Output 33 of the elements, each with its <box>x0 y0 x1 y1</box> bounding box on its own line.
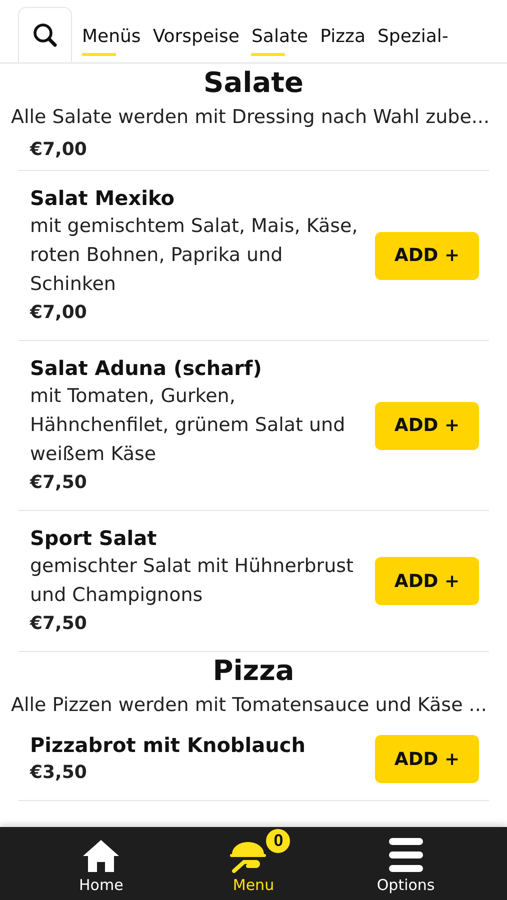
add-button[interactable]: ADD + <box>375 402 479 450</box>
cart-count-badge: 0 <box>266 829 290 853</box>
add-button[interactable]: ADD + <box>375 735 479 783</box>
section-description: Alle Pizzen werden mit Tomatensauce und Käse ... <box>11 693 488 718</box>
dish-name: Sport Salat <box>30 525 157 552</box>
dish-name: Pizzabrot mit Knoblauch <box>30 732 306 759</box>
item-price: €3,50 <box>30 761 87 785</box>
category-tab[interactable]: Vorspeise <box>152 26 240 56</box>
section-description: Alle Salate werden mit Dressing nach Wahl zube... <box>11 105 491 130</box>
dish-name: Salat Mexiko <box>30 185 175 212</box>
dish-name: Salat Aduna (scharf) <box>30 355 262 382</box>
search-icon <box>32 22 58 48</box>
nav-tab[interactable]: 0 Menu <box>198 827 308 900</box>
category-tab[interactable]: Salate <box>251 26 308 56</box>
category-tab[interactable]: Spezial- <box>378 26 448 56</box>
section-title: Salate <box>202 66 304 100</box>
category-tab[interactable]: Pizza <box>320 26 366 56</box>
add-button[interactable]: ADD + <box>375 232 479 280</box>
nav-tab[interactable]: Home <box>46 827 156 900</box>
menu-icon <box>388 837 424 873</box>
add-button[interactable]: ADD + <box>375 557 479 605</box>
dish-description: mit Tomaten, Gurken, Hähnchenfilet, grünem Salat und weißem Käse <box>30 384 346 467</box>
item-price: €7,50 <box>30 471 87 495</box>
item-price: €7,00 <box>30 301 87 325</box>
item-price: €7,50 <box>30 612 87 636</box>
dish-description: gemischter Salat mit Hühnerbrust und Champignons <box>30 554 354 608</box>
home-icon <box>82 839 120 873</box>
item-price: €7,00 <box>30 138 87 162</box>
dish-description: mit gemischtem Salat, Mais, Käse, roten Bohnen, Paprika und Schinken <box>30 214 359 297</box>
category-tab[interactable]: Menüs <box>82 26 141 56</box>
nav-tab[interactable]: Options <box>350 827 461 900</box>
search-button[interactable] <box>18 7 72 62</box>
section-title: Pizza <box>212 654 296 688</box>
